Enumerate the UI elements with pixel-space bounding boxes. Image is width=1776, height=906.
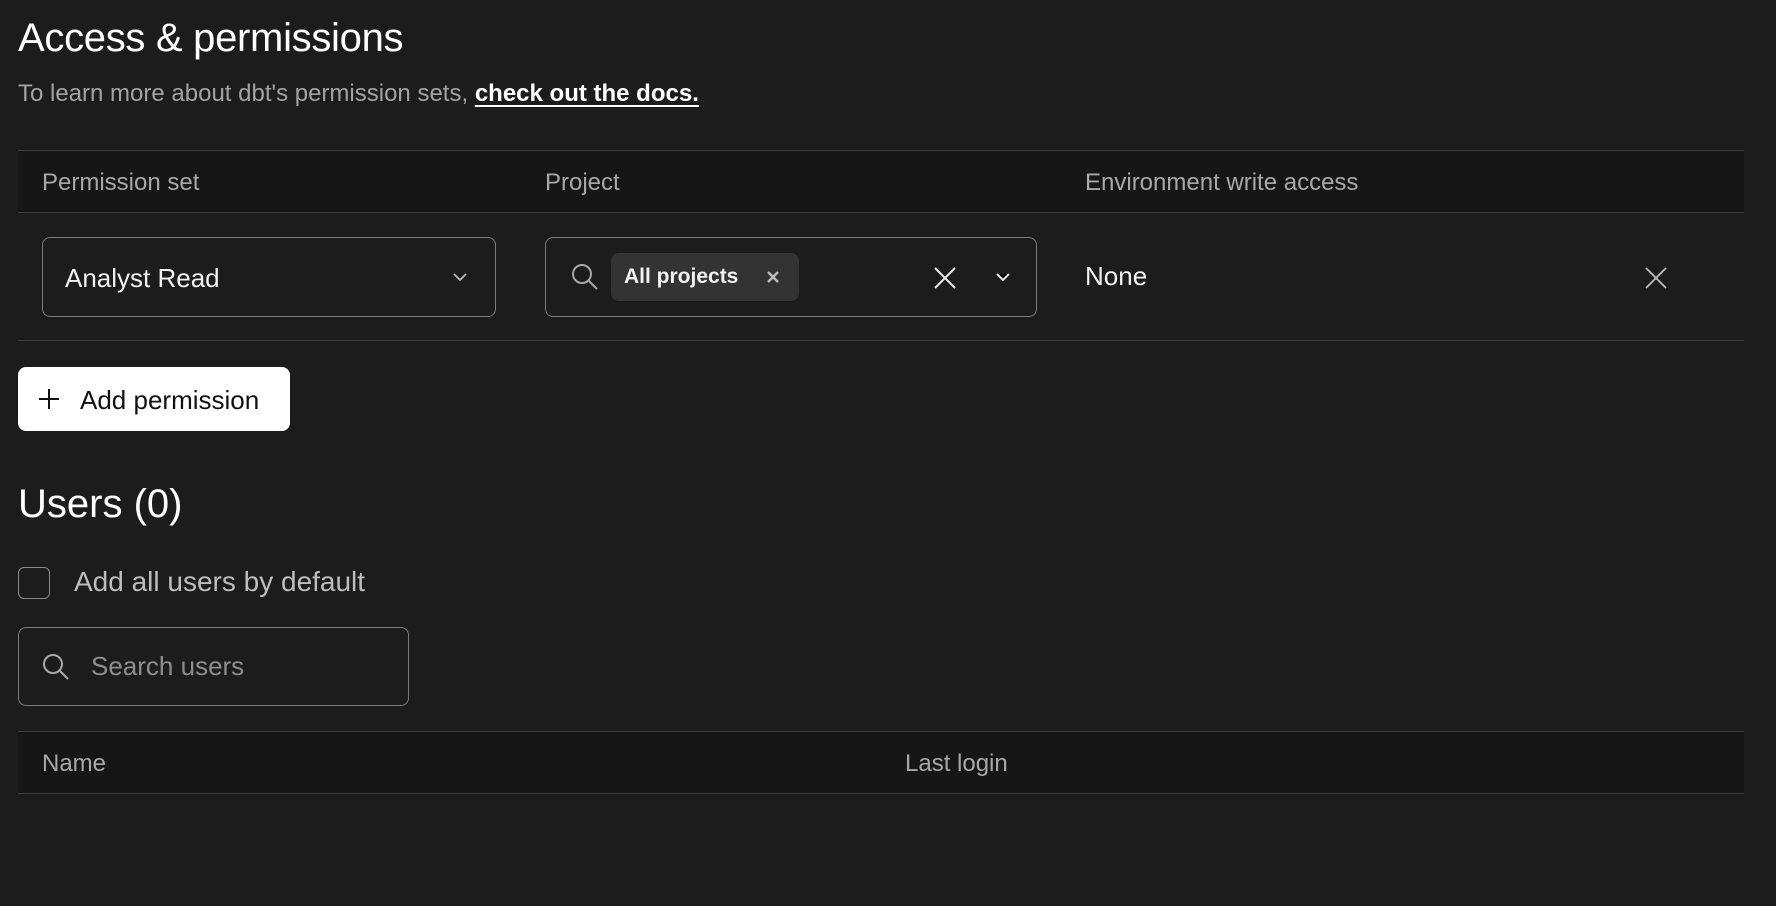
search-users-input[interactable]: [91, 646, 391, 686]
add-all-users-label: Add all users by default: [74, 566, 366, 597]
column-header-environment-write-access: Environment write access: [1085, 169, 1359, 196]
column-header-permission-set: Permission set: [42, 169, 200, 196]
permissions-table-header: Permission set Project Environment write…: [18, 150, 1744, 213]
permission-set-select[interactable]: Analyst Read: [42, 237, 496, 317]
chevron-down-icon: [453, 273, 467, 282]
search-icon: [572, 264, 598, 290]
column-header-last-login: Last login: [905, 750, 1008, 777]
add-all-users-checkbox[interactable]: [18, 567, 50, 599]
permission-row: Analyst Read All projects None: [18, 213, 1744, 341]
docs-link[interactable]: check out the docs.: [475, 80, 699, 107]
project-tag-label: All projects: [624, 265, 739, 288]
chevron-down-icon[interactable]: [994, 270, 1012, 284]
users-title: Users (0): [18, 482, 183, 526]
search-icon: [43, 654, 69, 680]
environment-write-access-value: None: [1085, 261, 1148, 291]
plus-icon: [39, 389, 59, 409]
access-permissions-title: Access & permissions: [18, 16, 404, 60]
column-header-project: Project: [545, 169, 620, 196]
project-multiselect[interactable]: All projects: [545, 237, 1037, 317]
clear-selection-icon[interactable]: [933, 266, 957, 290]
users-table-header: Name Last login: [18, 731, 1744, 794]
remove-tag-icon[interactable]: [766, 270, 780, 284]
column-header-name: Name: [42, 750, 107, 777]
permissions-intro: To learn more about dbt's permission set…: [18, 80, 699, 108]
intro-text: To learn more about dbt's permission set…: [18, 80, 469, 107]
add-permission-button[interactable]: Add permission: [18, 367, 290, 431]
access-permissions-page: Access & permissions To learn more about…: [0, 0, 1776, 906]
search-users-box: [18, 627, 409, 706]
add-permission-label: Add permission: [80, 385, 260, 415]
remove-permission-icon[interactable]: [1644, 266, 1668, 290]
project-tag-chip: All projects: [611, 253, 799, 301]
permission-set-value: Analyst Read: [65, 263, 220, 293]
